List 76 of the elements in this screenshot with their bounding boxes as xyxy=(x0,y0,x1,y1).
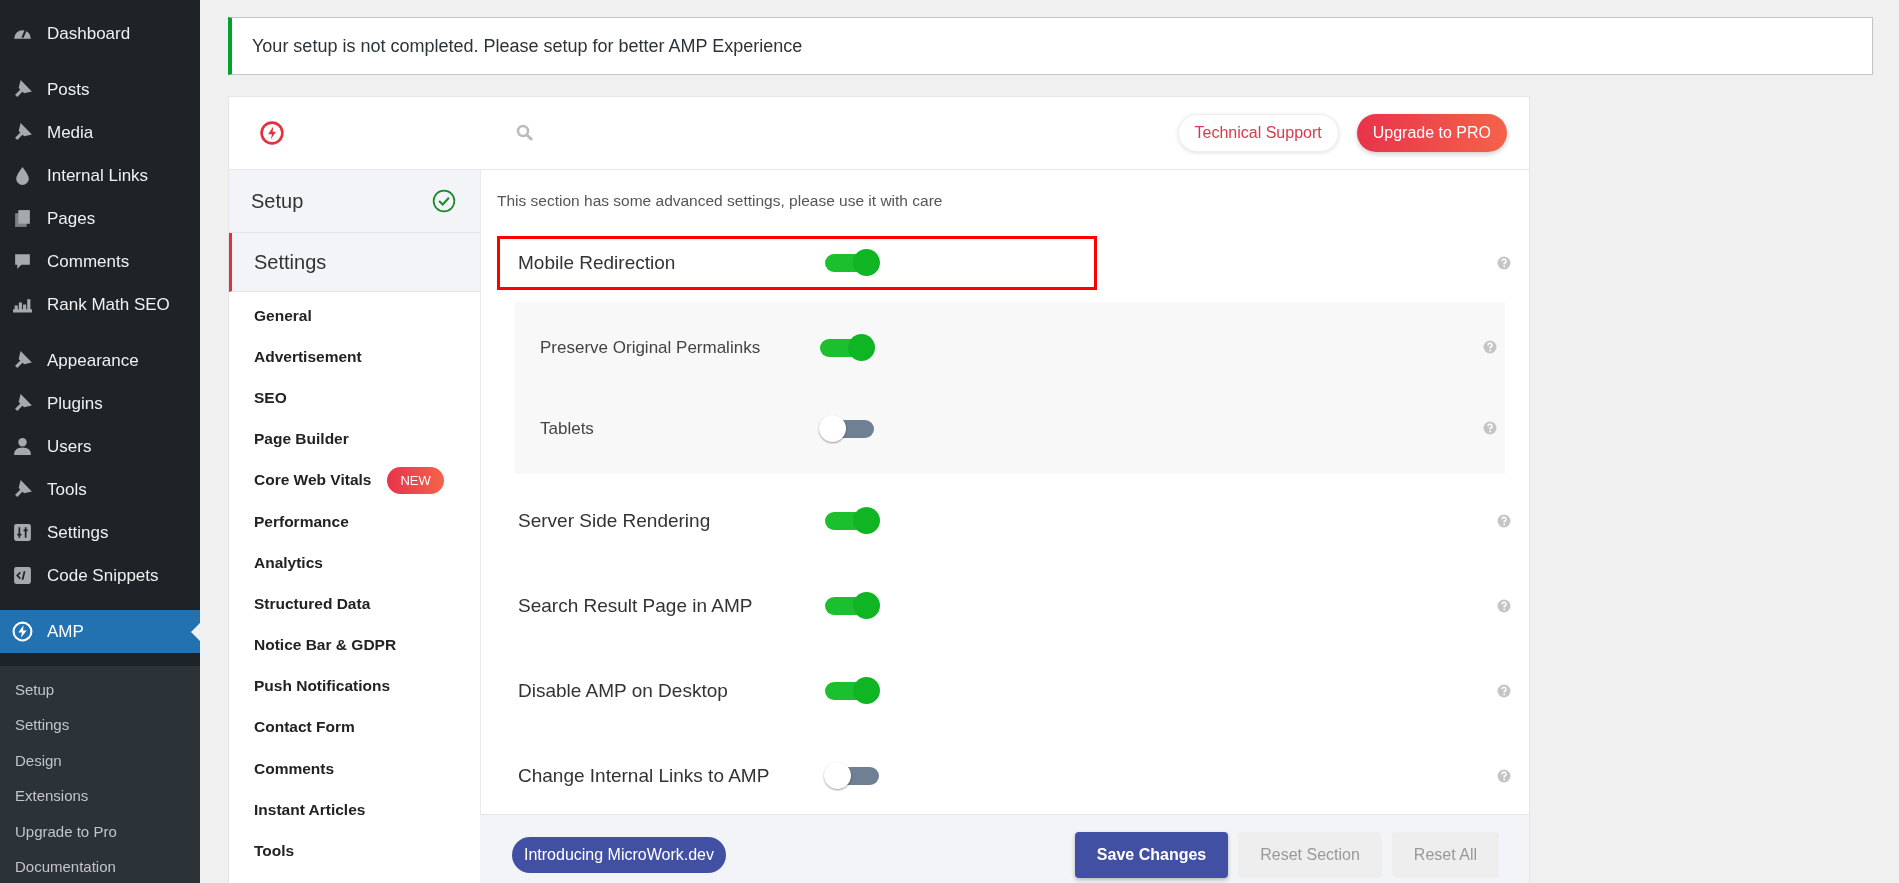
admin-submenu-item[interactable]: Setup xyxy=(0,672,200,708)
nav-section-tab[interactable]: Settings xyxy=(229,233,480,292)
toggle-switch[interactable] xyxy=(823,676,881,706)
header-button[interactable]: Technical Support xyxy=(1177,114,1339,152)
setting-label: Preserve Original Permalinks xyxy=(540,337,762,358)
speech-bubble-icon xyxy=(12,251,33,272)
toggle-switch[interactable] xyxy=(823,506,881,536)
admin-menu-item[interactable]: Internal Links xyxy=(0,154,200,197)
nav-item[interactable]: Page Builder xyxy=(254,430,349,449)
pushpin-icon xyxy=(12,79,33,100)
admin-menu-item[interactable]: Tools xyxy=(0,468,200,511)
pages-icon xyxy=(12,208,33,229)
nav-item[interactable]: Core Web Vitals xyxy=(254,471,372,490)
sliders-icon xyxy=(12,522,33,543)
code-icon xyxy=(12,565,33,586)
user-icon xyxy=(12,436,33,457)
section-title: Settings xyxy=(254,250,327,274)
help-icon[interactable] xyxy=(1497,684,1511,698)
toggle-switch[interactable] xyxy=(823,248,881,278)
setup-notice: Your setup is not completed. Please setup for better AMP Experience xyxy=(228,17,1873,75)
admin-menu-item[interactable]: Posts xyxy=(0,68,200,111)
nav-item[interactable]: Performance xyxy=(254,512,349,531)
admin-menu-item[interactable]: Code Snippets xyxy=(0,554,200,597)
nav-item[interactable]: General xyxy=(254,306,312,325)
admin-menu-item[interactable]: Media xyxy=(0,111,200,154)
admin-submenu-item[interactable]: Extensions xyxy=(0,778,200,814)
lightning-logo-icon xyxy=(259,120,285,146)
admin-menu-item[interactable]: Appearance xyxy=(0,339,200,382)
admin-menu-item[interactable]: Users xyxy=(0,425,200,468)
header-button[interactable]: Upgrade to PRO xyxy=(1356,114,1507,152)
intro-text: This section has some advanced settings, please use it with care xyxy=(497,192,944,210)
admin-menu-item[interactable]: Plugins xyxy=(0,382,200,425)
help-icon[interactable] xyxy=(1483,340,1497,354)
admin-menu-item[interactable]: Comments xyxy=(0,240,200,283)
nav-item[interactable]: Instant Articles xyxy=(254,800,366,819)
setting-label: Mobile Redirection xyxy=(518,252,677,274)
nav-item[interactable]: Advertisement xyxy=(254,347,362,366)
lightning-icon xyxy=(12,621,33,642)
admin-submenu-item[interactable]: Documentation xyxy=(0,848,200,883)
paintbrush-icon xyxy=(12,350,33,371)
promo-link[interactable]: Introducing MicroWork.dev xyxy=(512,837,726,873)
nav-item[interactable]: Comments xyxy=(254,759,335,778)
help-icon[interactable] xyxy=(1497,599,1511,613)
nav-item[interactable]: Analytics xyxy=(254,553,323,572)
admin-submenu-item[interactable]: Design xyxy=(0,742,200,779)
setting-label: Change Internal Links to AMP xyxy=(518,765,771,787)
toggle-switch[interactable] xyxy=(818,413,876,444)
help-icon[interactable] xyxy=(1497,769,1511,783)
help-icon[interactable] xyxy=(1497,514,1511,528)
toggle-switch[interactable] xyxy=(818,332,876,363)
setting-label: Search Result Page in AMP xyxy=(518,595,754,617)
help-icon[interactable] xyxy=(1497,256,1511,270)
setting-label: Disable AMP on Desktop xyxy=(518,680,729,702)
footer-button[interactable]: Save Changes xyxy=(1074,832,1229,878)
admin-submenu-item[interactable]: Upgrade to Pro xyxy=(0,813,200,849)
admin-menu-item[interactable]: Rank Math SEO xyxy=(0,283,200,326)
nav-item[interactable]: Push Notifications xyxy=(254,677,391,696)
section-title: Setup xyxy=(251,189,304,213)
new-badge: NEW xyxy=(387,466,444,494)
admin-menu-item[interactable]: Dashboard xyxy=(0,12,200,55)
admin-submenu-item[interactable]: Settings xyxy=(0,707,200,743)
setting-label: Server Side Rendering xyxy=(518,510,712,532)
search-icon[interactable] xyxy=(515,123,535,143)
admin-menu-item[interactable]: Settings xyxy=(0,511,200,554)
admin-menu-item[interactable]: Pages xyxy=(0,197,200,240)
help-icon[interactable] xyxy=(1483,421,1497,435)
nav-item[interactable]: Structured Data xyxy=(254,594,371,613)
nav-item[interactable]: Contact Form xyxy=(254,718,355,737)
admin-menu-item[interactable]: AMP xyxy=(0,610,200,653)
nav-section-tab[interactable]: Setup xyxy=(229,170,480,233)
nav-item[interactable]: SEO xyxy=(254,388,287,407)
setting-label: Tablets xyxy=(540,418,595,439)
toggle-switch[interactable] xyxy=(823,591,881,621)
toggle-switch[interactable] xyxy=(823,761,881,791)
nav-item[interactable]: Tools xyxy=(254,842,295,861)
nav-item[interactable]: Notice Bar & GDPR xyxy=(254,636,397,655)
